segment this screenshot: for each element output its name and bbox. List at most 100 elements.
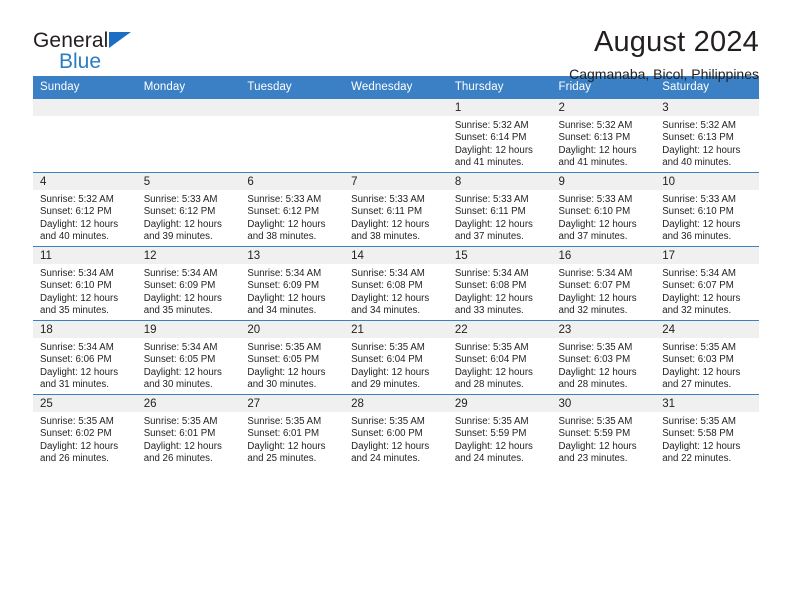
calendar-day-cell[interactable]: 27 Sunrise: 5:35 AM Sunset: 6:01 PM Dayligh… — [240, 394, 345, 468]
calendar-day-cell[interactable]: 14 Sunrise: 5:34 AM Sunset: 6:08 PM Dayligh… — [344, 246, 448, 321]
calendar-day-cell[interactable]: 11 Sunrise: 5:34 AM Sunset: 6:10 PM Dayligh… — [33, 246, 137, 321]
daylight-text: Daylight: 12 hours and 40 minutes. — [662, 144, 741, 169]
sunrise-text: Sunrise: 5:35 AM — [351, 416, 425, 427]
day-details: Sunrise: 5:35 AM Sunset: 5:59 PM Daylight:… — [552, 412, 656, 466]
day-details: Sunrise: 5:35 AM Sunset: 6:04 PM Daylight:… — [344, 338, 448, 392]
calendar-day-cell[interactable]: 25 Sunrise: 5:35 AM Sunset: 6:02 PM Dayligh… — [33, 394, 137, 468]
day-details: Sunrise: 5:34 AM Sunset: 6:10 PM Daylight:… — [33, 264, 137, 318]
brand-logo[interactable]: General Blue — [33, 26, 153, 72]
sunrise-text: Sunrise: 5:35 AM — [662, 342, 736, 353]
sunrise-text: Sunrise: 5:34 AM — [247, 268, 322, 279]
day-details: Sunrise: 5:34 AM Sunset: 6:07 PM Daylight:… — [655, 264, 759, 318]
calendar-day-cell[interactable]: 7 Sunrise: 5:33 AM Sunset: 6:11 PM Daylight… — [344, 172, 448, 247]
calendar-day-cell[interactable] — [33, 98, 137, 173]
calendar-day-cell[interactable]: 23 Sunrise: 5:35 AM Sunset: 6:03 PM Dayligh… — [551, 320, 656, 395]
day-number: 15 — [447, 247, 552, 264]
calendar-day-cell[interactable]: 6 Sunrise: 5:33 AM Sunset: 6:12 PM Daylight… — [240, 172, 345, 247]
calendar-day-cell[interactable]: 30 Sunrise: 5:35 AM Sunset: 5:59 PM Dayligh… — [551, 394, 656, 468]
day-number: 3 — [655, 99, 759, 116]
calendar-day-cell[interactable]: 17 Sunrise: 5:34 AM Sunset: 6:07 PM Dayligh… — [655, 246, 759, 321]
daylight-text: Daylight: 12 hours and 24 minutes. — [351, 440, 430, 465]
daylight-text: Daylight: 12 hours and 22 minutes. — [662, 440, 741, 465]
calendar-day-cell[interactable]: 16 Sunrise: 5:34 AM Sunset: 6:07 PM Dayligh… — [551, 246, 656, 321]
day-number: 22 — [447, 321, 552, 338]
daylight-text: Daylight: 12 hours and 35 minutes. — [40, 292, 119, 317]
calendar-day-cell[interactable]: 10 Sunrise: 5:33 AM Sunset: 6:10 PM Dayligh… — [655, 172, 759, 247]
sunset-text: Sunset: 6:06 PM — [40, 354, 112, 366]
day-details: Sunrise: 5:33 AM Sunset: 6:11 PM Daylight:… — [344, 190, 448, 244]
calendar-day-cell[interactable]: 24 Sunrise: 5:35 AM Sunset: 6:03 PM Dayligh… — [655, 320, 759, 395]
calendar-day-cell[interactable]: 8 Sunrise: 5:33 AM Sunset: 6:11 PM Daylight… — [447, 172, 552, 247]
day-number: 6 — [240, 173, 345, 190]
calendar-day-cell[interactable]: 22 Sunrise: 5:35 AM Sunset: 6:04 PM Dayligh… — [447, 320, 552, 395]
sunrise-text: Sunrise: 5:34 AM — [662, 268, 736, 279]
day-details: Sunrise: 5:35 AM Sunset: 6:03 PM Daylight:… — [655, 338, 759, 392]
sunset-text: Sunset: 6:05 PM — [247, 354, 320, 366]
daylight-text: Daylight: 12 hours and 26 minutes. — [143, 440, 222, 465]
sunset-text: Sunset: 6:04 PM — [454, 354, 527, 366]
day-number: 1 — [447, 99, 552, 116]
day-details: Sunrise: 5:34 AM Sunset: 6:08 PM Daylight:… — [344, 264, 448, 318]
sunrise-text: Sunrise: 5:35 AM — [662, 416, 736, 427]
day-details: Sunrise: 5:34 AM Sunset: 6:06 PM Daylight:… — [33, 338, 137, 392]
sunset-text: Sunset: 6:01 PM — [143, 428, 216, 440]
sunrise-text: Sunrise: 5:33 AM — [558, 194, 633, 205]
page-title: August 2024 — [593, 26, 759, 58]
day-number — [136, 99, 241, 116]
calendar-day-cell[interactable]: 13 Sunrise: 5:34 AM Sunset: 6:09 PM Dayligh… — [240, 246, 345, 321]
calendar-day-cell[interactable]: 9 Sunrise: 5:33 AM Sunset: 6:10 PM Daylight… — [551, 172, 656, 247]
calendar-day-cell[interactable]: 12 Sunrise: 5:34 AM Sunset: 6:09 PM Dayligh… — [136, 246, 241, 321]
sunrise-text: Sunrise: 5:35 AM — [558, 416, 633, 427]
day-details: Sunrise: 5:34 AM Sunset: 6:09 PM Daylight:… — [137, 264, 241, 318]
calendar-day-cell[interactable]: 1 Sunrise: 5:32 AM Sunset: 6:14 PM Daylight… — [447, 98, 552, 173]
day-details: Sunrise: 5:35 AM Sunset: 6:04 PM Daylight:… — [448, 338, 552, 392]
sunrise-text: Sunrise: 5:35 AM — [454, 416, 529, 427]
sunset-text: Sunset: 6:09 PM — [247, 280, 320, 292]
calendar-day-cell[interactable]: 31 Sunrise: 5:35 AM Sunset: 5:58 PM Dayligh… — [655, 394, 759, 468]
day-number: 11 — [33, 247, 137, 264]
calendar-day-cell[interactable]: 19 Sunrise: 5:34 AM Sunset: 6:05 PM Dayligh… — [136, 320, 241, 395]
daylight-text: Daylight: 12 hours and 24 minutes. — [454, 440, 533, 465]
day-number: 27 — [240, 395, 345, 412]
weekday-header-monday: Monday — [136, 76, 241, 99]
day-details: Sunrise: 5:33 AM Sunset: 6:10 PM Daylight:… — [655, 190, 759, 244]
calendar-day-cell[interactable]: 4 Sunrise: 5:32 AM Sunset: 6:12 PM Daylight… — [33, 172, 137, 247]
sunrise-text: Sunrise: 5:33 AM — [662, 194, 736, 205]
calendar-day-cell[interactable] — [240, 98, 345, 173]
daylight-text: Daylight: 12 hours and 23 minutes. — [558, 440, 637, 465]
sunset-text: Sunset: 6:05 PM — [143, 354, 216, 366]
calendar-day-cell[interactable]: 20 Sunrise: 5:35 AM Sunset: 6:05 PM Dayligh… — [240, 320, 345, 395]
day-number: 20 — [240, 321, 345, 338]
daylight-text: Daylight: 12 hours and 28 minutes. — [558, 366, 637, 391]
sunset-text: Sunset: 6:08 PM — [351, 280, 423, 292]
day-details: Sunrise: 5:35 AM Sunset: 5:59 PM Daylight:… — [448, 412, 552, 466]
daylight-text: Daylight: 12 hours and 40 minutes. — [40, 218, 119, 243]
sunset-text: Sunset: 6:13 PM — [662, 132, 734, 144]
calendar-day-cell[interactable]: 2 Sunrise: 5:32 AM Sunset: 6:13 PM Daylight… — [551, 98, 656, 173]
day-number: 9 — [551, 173, 656, 190]
calendar-day-cell[interactable]: 26 Sunrise: 5:35 AM Sunset: 6:01 PM Dayligh… — [136, 394, 241, 468]
day-number: 18 — [33, 321, 137, 338]
calendar-day-cell[interactable]: 18 Sunrise: 5:34 AM Sunset: 6:06 PM Dayligh… — [33, 320, 137, 395]
calendar-day-cell[interactable] — [136, 98, 241, 173]
sunset-text: Sunset: 6:12 PM — [40, 206, 112, 218]
calendar-day-cell[interactable]: 29 Sunrise: 5:35 AM Sunset: 5:59 PM Dayligh… — [447, 394, 552, 468]
sunset-text: Sunset: 6:10 PM — [662, 206, 734, 218]
calendar-day-cell[interactable]: 3 Sunrise: 5:32 AM Sunset: 6:13 PM Daylight… — [655, 98, 759, 173]
calendar-day-cell[interactable]: 5 Sunrise: 5:33 AM Sunset: 6:12 PM Daylight… — [136, 172, 241, 247]
day-details: Sunrise: 5:34 AM Sunset: 6:08 PM Daylight:… — [448, 264, 552, 318]
daylight-text: Daylight: 12 hours and 38 minutes. — [351, 218, 430, 243]
triangle-icon — [109, 32, 131, 48]
day-number: 30 — [551, 395, 656, 412]
calendar-day-cell[interactable]: 21 Sunrise: 5:35 AM Sunset: 6:04 PM Dayligh… — [344, 320, 448, 395]
day-details: Sunrise: 5:35 AM Sunset: 6:01 PM Daylight:… — [240, 412, 344, 466]
sunset-text: Sunset: 6:03 PM — [662, 354, 734, 366]
daylight-text: Daylight: 12 hours and 32 minutes. — [558, 292, 637, 317]
daylight-text: Daylight: 12 hours and 26 minutes. — [40, 440, 119, 465]
calendar-day-cell[interactable] — [344, 98, 448, 173]
sunrise-text: Sunrise: 5:35 AM — [247, 416, 322, 427]
day-number: 4 — [33, 173, 137, 190]
calendar-day-cell[interactable]: 15 Sunrise: 5:34 AM Sunset: 6:08 PM Dayligh… — [447, 246, 552, 321]
calendar-day-cell[interactable]: 28 Sunrise: 5:35 AM Sunset: 6:00 PM Dayligh… — [344, 394, 448, 468]
day-details: Sunrise: 5:35 AM Sunset: 6:01 PM Daylight:… — [137, 412, 241, 466]
